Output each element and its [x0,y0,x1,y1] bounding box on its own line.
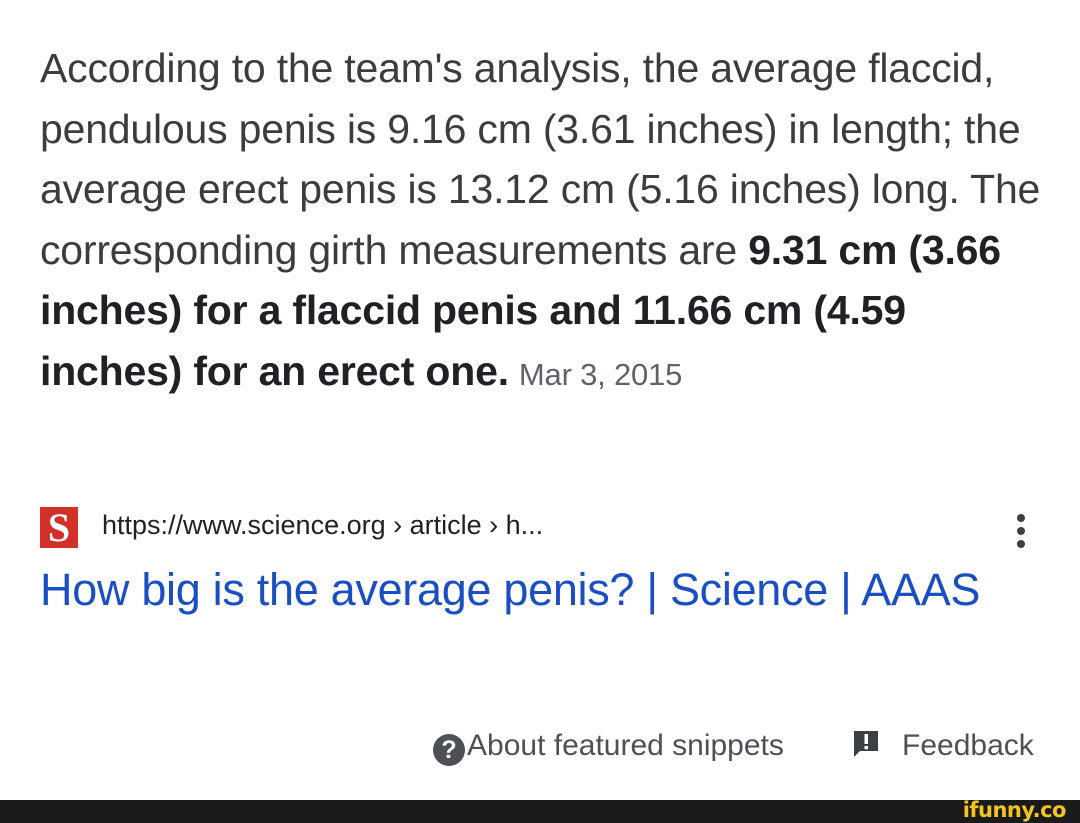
featured-snippet-text: According to the team's analysis, the av… [40,38,1050,405]
feedback-button[interactable]: Feedback [852,729,1034,773]
ifunny-watermark: ifunny.co [962,798,1067,822]
more-options-icon[interactable] [1012,513,1030,549]
about-featured-snippets-label: About featured snippets [467,729,784,762]
watermark-bar: ifunny.co [0,798,1080,823]
feedback-icon [854,731,878,757]
feedback-label: Feedback [902,729,1034,762]
science-favicon-icon: S [40,507,78,549]
about-featured-snippets-button[interactable]: ? About featured snippets [433,729,784,773]
source-row[interactable]: S https://www.science.org › article › h.… [40,505,1040,549]
source-url[interactable]: https://www.science.org › article › h... [102,510,543,541]
result-title-link[interactable]: How big is the average penis? | Science … [40,558,1000,622]
help-icon: ? [433,734,465,766]
snippet-date: Mar 3, 2015 [518,356,683,392]
